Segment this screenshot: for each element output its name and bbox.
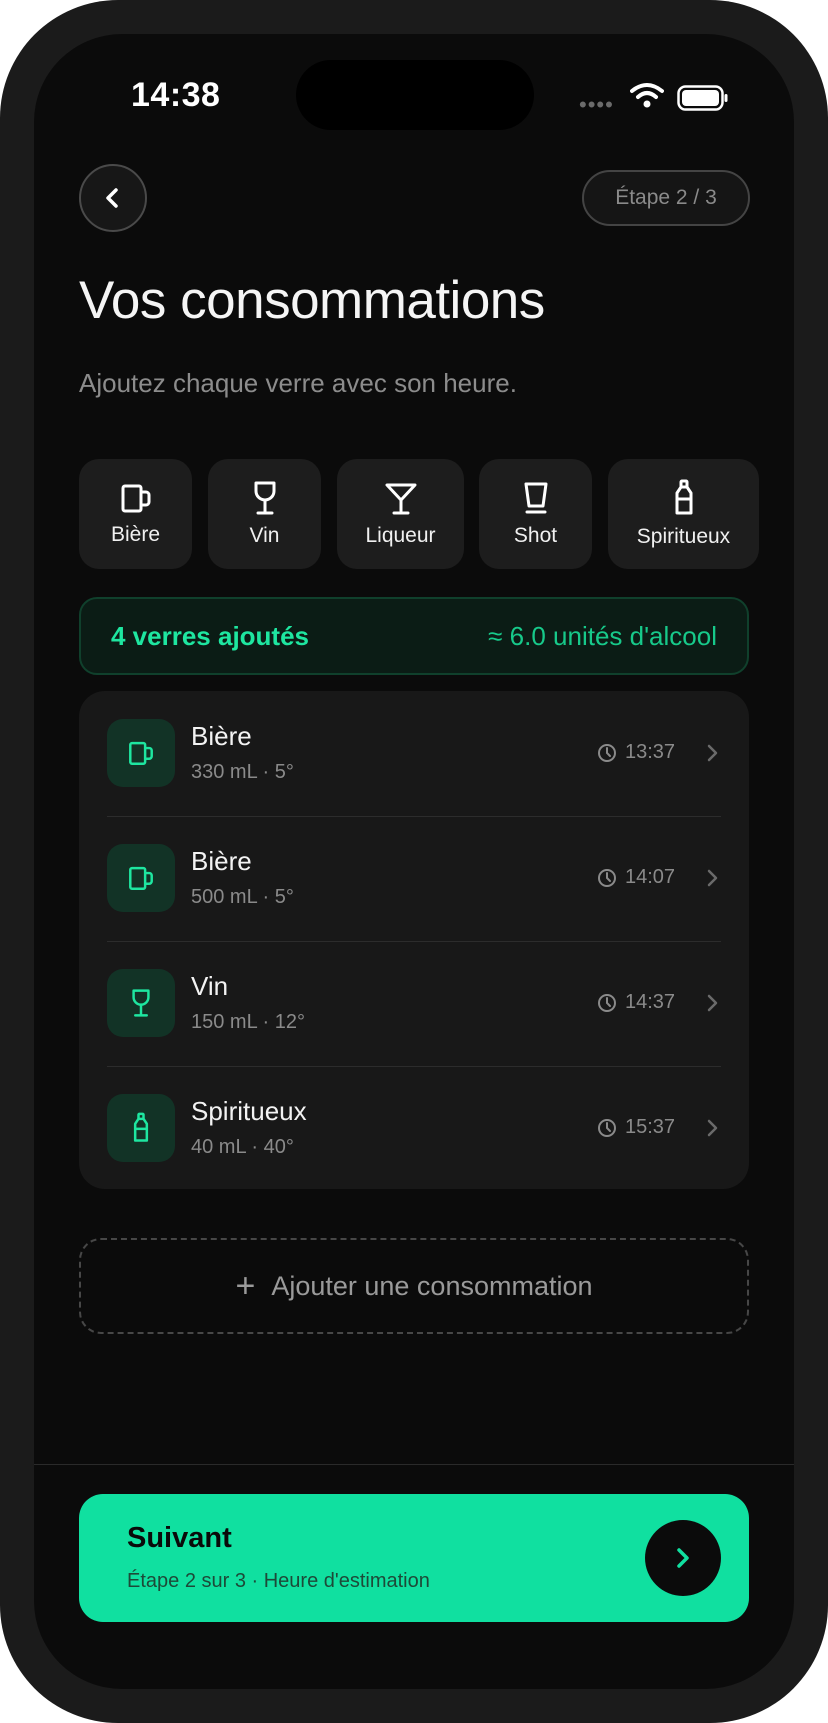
drink-row-icon	[107, 844, 175, 912]
dynamic-island	[296, 60, 534, 130]
drinks-list: Bière 330 mL · 5° 13:37 Bière 500 mL · 5…	[79, 691, 749, 1189]
drink-type-shot[interactable]: Shot	[479, 459, 592, 569]
drink-time-text: 14:37	[625, 991, 676, 1013]
signal-icon: ••••	[579, 92, 614, 117]
drink-type-spirits[interactable]: Spiritueux	[608, 459, 759, 569]
drinks-count: 4 verres ajoutés	[111, 620, 310, 651]
app-screen: 14:38 •••• Étape 2 / 3 Vos consommations…	[34, 34, 794, 1689]
chevron-right-icon	[707, 869, 718, 887]
chevron-right-icon	[707, 1119, 718, 1137]
beer-mug-icon	[129, 866, 153, 890]
drink-time-text: 14:07	[625, 866, 676, 888]
wifi-icon	[630, 83, 664, 108]
beer-mug-icon	[121, 484, 150, 513]
drink-time-text: 13:37	[625, 741, 676, 763]
back-button[interactable]	[79, 164, 147, 232]
drink-time-text: 15:37	[625, 1116, 676, 1138]
drink-type-label: Spiritueux	[636, 525, 731, 548]
drink-type-label: Liqueur	[365, 524, 436, 547]
wine-glass-icon	[132, 989, 150, 1017]
drink-type-beer[interactable]: Bière	[79, 459, 192, 569]
clock-icon	[598, 743, 616, 762]
drink-name: Vin	[191, 971, 229, 1001]
plus-icon: +	[235, 1267, 256, 1305]
drink-time: 14:07	[597, 866, 675, 889]
add-drink-button[interactable]: + Ajouter une consommation	[79, 1238, 749, 1334]
step-indicator: Étape 2 / 3	[582, 170, 750, 226]
clock-icon	[598, 1118, 616, 1137]
page-title: Vos consommations	[79, 271, 545, 330]
summary-banner: 4 verres ajoutés ≈ 6.0 unités d'alcool	[79, 597, 749, 675]
drink-detail: 40 mL · 40°	[191, 1136, 294, 1158]
drink-type-label: Shot	[513, 524, 558, 547]
drink-row-icon	[107, 1094, 175, 1162]
cocktail-glass-icon	[385, 483, 416, 515]
chevron-right-icon	[707, 994, 718, 1012]
drink-name: Bière	[191, 721, 252, 751]
drink-row[interactable]: Spiritueux 40 mL · 40° 15:37	[107, 1066, 721, 1191]
drink-row[interactable]: Bière 330 mL · 5° 13:37	[107, 691, 721, 816]
bottle-icon	[133, 1112, 149, 1142]
add-drink-label: Ajouter une consommation	[271, 1270, 593, 1301]
footer-divider	[34, 1464, 794, 1465]
shot-glass-icon	[524, 482, 547, 514]
page-subtitle: Ajoutez chaque verre avec son heure.	[79, 368, 517, 398]
drink-detail: 330 mL · 5°	[191, 761, 294, 783]
wine-glass-icon	[254, 481, 275, 515]
clock-icon	[598, 993, 616, 1012]
drink-type-label: Vin	[249, 524, 280, 547]
drink-type-label: Bière	[110, 523, 161, 546]
bottle-icon	[675, 479, 692, 515]
drink-detail: 500 mL · 5°	[191, 886, 294, 908]
next-arrow-button[interactable]	[645, 1520, 721, 1596]
clock-icon	[598, 868, 616, 887]
chevron-left-icon	[106, 188, 118, 208]
beer-mug-icon	[129, 741, 153, 765]
drink-detail: 150 mL · 12°	[191, 1011, 305, 1033]
next-button[interactable]: Suivant Étape 2 sur 3 · Heure d'estimati…	[79, 1494, 749, 1622]
drink-time: 13:37	[597, 741, 675, 764]
drink-row-icon	[107, 719, 175, 787]
phone-frame: 14:38 •••• Étape 2 / 3 Vos consommations…	[0, 0, 828, 1723]
chevron-right-icon	[677, 1548, 689, 1568]
drink-name: Spiritueux	[191, 1096, 307, 1126]
chevron-right-icon	[707, 744, 718, 762]
status-time: 14:38	[131, 76, 221, 114]
drink-row[interactable]: Bière 500 mL · 5° 14:07	[107, 816, 721, 941]
alcohol-units: ≈ 6.0 unités d'alcool	[488, 620, 717, 651]
drink-time: 15:37	[597, 1116, 675, 1139]
drink-row[interactable]: Vin 150 mL · 12° 14:37	[107, 941, 721, 1066]
drink-type-liqueur[interactable]: Liqueur	[337, 459, 464, 569]
next-button-subtitle: Étape 2 sur 3 · Heure d'estimation	[127, 1570, 430, 1592]
next-button-title: Suivant	[127, 1522, 232, 1554]
drink-row-icon	[107, 969, 175, 1037]
battery-icon	[677, 85, 728, 111]
drink-time: 14:37	[597, 991, 675, 1014]
drink-name: Bière	[191, 846, 252, 876]
drink-type-wine[interactable]: Vin	[208, 459, 321, 569]
